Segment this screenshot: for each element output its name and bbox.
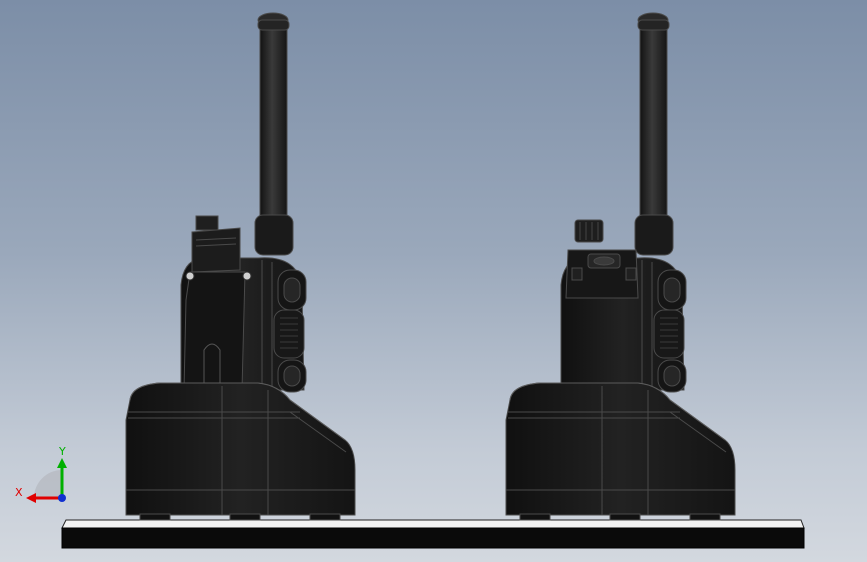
charger-cradle-left — [125, 382, 356, 521]
x-axis-label: X — [15, 486, 23, 499]
charger-cradle-right — [505, 382, 736, 521]
model-scene: Y X — [15, 12, 805, 549]
belt-clip — [183, 215, 252, 391]
coordinate-triad: Y X — [15, 445, 67, 503]
antenna-left — [254, 12, 294, 256]
base-plate[interactable] — [61, 519, 805, 549]
antenna-right — [634, 12, 674, 256]
radio-left-rear-view[interactable] — [125, 12, 356, 521]
y-axis-label: Y — [58, 445, 66, 458]
radio-right-front-view[interactable] — [505, 12, 736, 521]
cad-viewport[interactable]: Y X — [0, 0, 867, 562]
z-axis-dot — [58, 494, 66, 502]
